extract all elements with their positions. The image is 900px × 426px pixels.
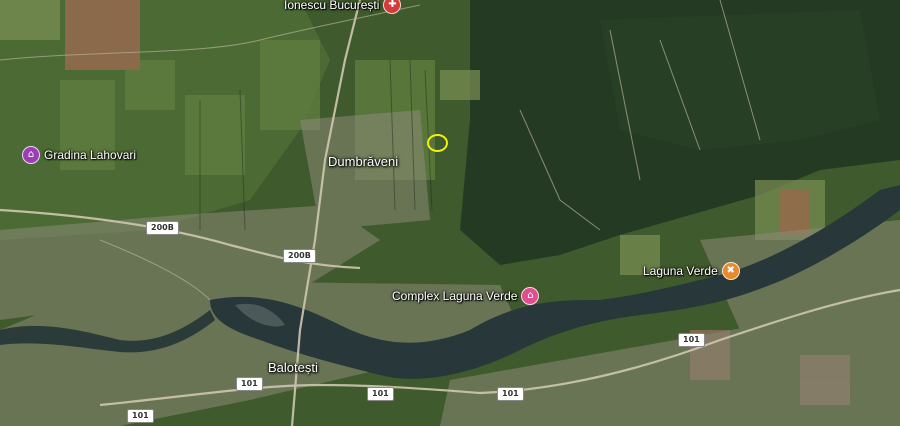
poi-label: Ionescu București xyxy=(284,0,380,12)
road-shield-101: 101 xyxy=(127,409,154,423)
poi-gradina-lahovari[interactable]: ⌂ Gradina Lahovari xyxy=(22,146,136,164)
road-shield-200b: 200B xyxy=(146,221,179,235)
map-imagery xyxy=(0,0,900,426)
road-shield-200b: 200B xyxy=(283,249,316,263)
place-label-dumbraveni[interactable]: Dumbrăveni xyxy=(328,154,398,169)
poi-ionescu-bucuresti[interactable]: Ionescu București ✚ xyxy=(284,0,402,14)
road-shield-101: 101 xyxy=(678,333,705,347)
road-shield-101: 101 xyxy=(236,377,263,391)
poi-label: Complex Laguna Verde xyxy=(392,289,518,303)
poi-label: Laguna Verde xyxy=(643,264,718,278)
restaurant-icon: ✖ xyxy=(721,262,740,280)
poi-label: Gradina Lahovari xyxy=(44,148,137,162)
garden-icon: ⌂ xyxy=(22,146,40,164)
place-label-balotesti[interactable]: Balotești xyxy=(268,360,318,375)
poi-laguna-verde[interactable]: Laguna Verde ✖ xyxy=(643,262,740,280)
hospital-icon: ✚ xyxy=(383,0,402,14)
satellite-map[interactable]: Dumbrăveni Balotești ⌂ Gradina Lahovari … xyxy=(0,0,900,426)
hotel-icon: ⌂ xyxy=(521,287,540,305)
road-shield-101: 101 xyxy=(367,387,394,401)
road-shield-101: 101 xyxy=(497,387,524,401)
poi-complex-laguna-verde[interactable]: Complex Laguna Verde ⌂ xyxy=(392,287,540,305)
location-marker[interactable] xyxy=(427,134,448,152)
